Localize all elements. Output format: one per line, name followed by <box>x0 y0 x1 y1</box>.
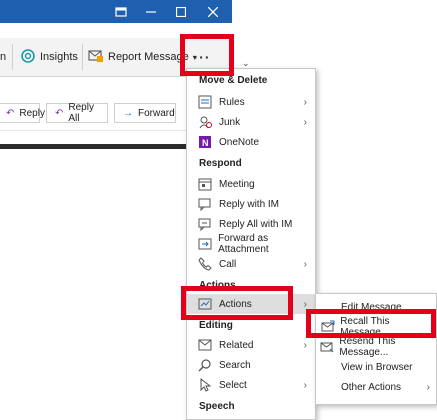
forward-attachment-icon <box>197 236 212 252</box>
highlight-actions-item <box>181 286 293 320</box>
section-move-delete: Move & Delete <box>199 75 268 86</box>
chevron-right-icon: › <box>303 116 307 128</box>
chevron-right-icon: › <box>426 381 430 393</box>
menu-item-meeting[interactable]: Meeting <box>187 174 315 194</box>
svg-text:N: N <box>202 138 209 148</box>
menu-item-junk[interactable]: Junk › <box>187 112 315 132</box>
chevron-right-icon: › <box>303 379 307 391</box>
im-reply-icon <box>197 196 213 212</box>
highlight-recall-item <box>306 309 436 338</box>
search-icon <box>197 357 213 373</box>
calendar-icon <box>197 176 213 192</box>
chevron-right-icon: › <box>303 258 307 270</box>
restore-window-icon[interactable] <box>106 0 136 23</box>
section-editing: Editing <box>199 320 233 331</box>
section-respond: Respond <box>199 158 242 169</box>
chevron-right-icon: › <box>303 96 307 108</box>
reply-icon: ↶ <box>6 107 15 119</box>
junk-icon <box>197 114 213 130</box>
chevron-right-icon: › <box>303 339 307 351</box>
menu-item-related[interactable]: Related › <box>187 335 315 355</box>
menu-item-forward-as-attachment[interactable]: Forward as Attachment <box>187 233 315 255</box>
forward-icon: → <box>123 107 133 119</box>
menu-item-rules[interactable]: Rules › <box>187 92 315 112</box>
insights-label: Insights <box>40 51 78 63</box>
highlight-more-commands <box>180 34 234 76</box>
related-icon <box>197 337 213 353</box>
minimize-icon[interactable] <box>136 0 166 23</box>
phone-icon <box>197 256 213 272</box>
menu-item-onenote[interactable]: N OneNote <box>187 132 315 152</box>
onenote-icon: N <box>197 134 213 150</box>
window-title-bar <box>0 0 232 23</box>
ribbon-partial-item[interactable]: n <box>0 48 6 66</box>
insights-button[interactable]: Insights <box>20 48 78 66</box>
menu-item-reply-with-im[interactable]: Reply with IM <box>187 194 315 214</box>
reply-all-button[interactable]: ↶ Reply All <box>46 102 108 124</box>
menu-item-call[interactable]: Call › <box>187 254 315 274</box>
close-icon[interactable] <box>198 0 228 23</box>
rules-icon <box>197 94 213 110</box>
report-message-label: Report Message <box>108 51 189 63</box>
chevron-right-icon: › <box>303 298 307 310</box>
submenu-item-resend-message[interactable]: Resend This Message... <box>316 336 436 358</box>
insights-icon <box>20 48 36 67</box>
maximize-icon[interactable] <box>166 0 196 23</box>
menu-item-reply-all-with-im[interactable]: Reply All with IM <box>187 214 315 234</box>
reply-button[interactable]: ↶ Reply <box>0 103 45 123</box>
submenu-item-other-actions[interactable]: Other Actions › <box>316 377 436 397</box>
report-message-icon <box>88 49 104 66</box>
menu-item-select[interactable]: Select › <box>187 375 315 395</box>
forward-button[interactable]: → Forward <box>114 103 176 123</box>
cursor-icon <box>197 377 213 393</box>
message-header-divider <box>0 144 190 149</box>
menu-item-search[interactable]: Search <box>187 355 315 375</box>
ribbon-separator <box>82 44 83 70</box>
more-commands-menu: Move & Delete Rules › Junk › N OneNote R… <box>186 68 316 420</box>
ribbon-separator <box>12 44 13 70</box>
resend-message-icon <box>320 339 334 355</box>
im-reply-all-icon <box>197 216 213 232</box>
section-speech: Speech <box>199 401 235 412</box>
reply-all-icon: ↶ <box>55 107 64 119</box>
submenu-item-view-in-browser[interactable]: View in Browser <box>316 357 436 377</box>
